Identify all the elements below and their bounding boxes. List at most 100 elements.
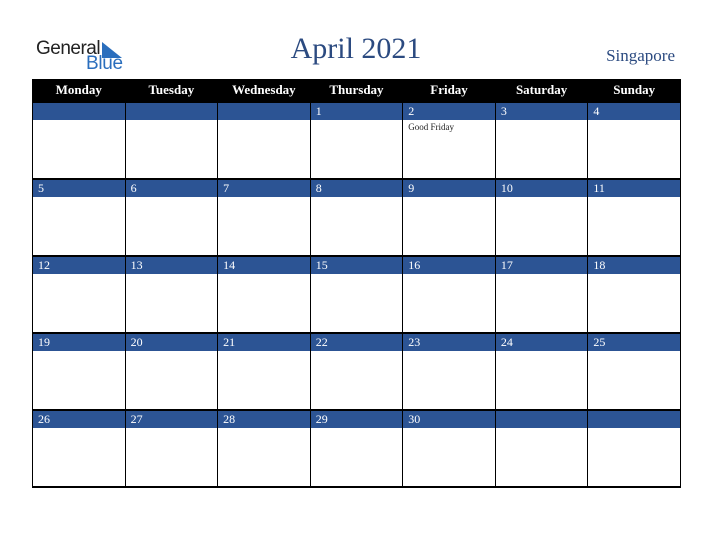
day-cell[interactable] <box>309 197 404 256</box>
day-number-cell <box>494 409 589 428</box>
day-cell[interactable] <box>124 428 219 488</box>
day-number-cell <box>217 101 311 120</box>
holiday-event <box>33 120 125 122</box>
holiday-event <box>33 274 125 276</box>
day-number: 23 <box>408 335 421 349</box>
day-cell[interactable] <box>124 274 219 333</box>
holiday-event <box>126 428 218 430</box>
holiday-event <box>588 428 680 430</box>
day-number-cell: 24 <box>494 332 589 351</box>
holiday-event <box>403 197 495 199</box>
holiday-event <box>588 197 680 199</box>
day-number: 12 <box>38 258 50 272</box>
day-cell[interactable] <box>402 351 496 410</box>
holiday-event <box>496 351 588 353</box>
day-cell[interactable] <box>32 428 126 488</box>
day-cell[interactable] <box>494 197 589 256</box>
day-number-cell: 16 <box>402 255 496 274</box>
weekday-header-row: Monday Tuesday Wednesday Thursday Friday… <box>32 79 681 102</box>
day-cell[interactable] <box>217 428 311 488</box>
holiday-event: Good Friday <box>408 122 454 132</box>
day-number-cell: 19 <box>32 332 126 351</box>
day-cell[interactable] <box>124 351 219 410</box>
day-number: 10 <box>500 181 513 195</box>
day-cell[interactable] <box>587 351 681 410</box>
holiday-event <box>126 120 218 122</box>
day-number-cell <box>124 101 219 120</box>
weekday-header: Thursday <box>309 79 404 102</box>
week-date-bar: 1 2 3 4 <box>32 101 681 120</box>
day-cell[interactable] <box>587 197 681 256</box>
day-number: 11 <box>593 181 605 195</box>
holiday-event <box>311 351 403 353</box>
day-cell[interactable] <box>217 197 311 256</box>
day-number-cell: 11 <box>587 178 681 197</box>
day-cell[interactable] <box>309 120 404 179</box>
day-number-cell: 26 <box>32 409 126 428</box>
day-number: 13 <box>130 258 143 272</box>
holiday-event <box>218 428 310 430</box>
weekday-header: Monday <box>32 79 126 102</box>
week-body-row: Good Friday <box>32 120 681 179</box>
day-number-cell: 14 <box>217 255 311 274</box>
holiday-event <box>588 274 680 276</box>
day-cell[interactable] <box>124 120 219 179</box>
weekday-header: Saturday <box>494 79 589 102</box>
week-body-row <box>32 428 681 488</box>
day-cell[interactable] <box>402 428 496 488</box>
holiday-event <box>403 274 495 276</box>
week-body-row <box>32 351 681 410</box>
day-cell[interactable] <box>494 274 589 333</box>
country-label: Singapore <box>606 46 675 65</box>
day-cell[interactable] <box>587 274 681 333</box>
day-number: 9 <box>408 181 415 195</box>
day-cell[interactable] <box>402 197 496 256</box>
day-number-cell: 7 <box>217 178 311 197</box>
day-number: 8 <box>315 181 322 195</box>
day-cell[interactable] <box>309 274 404 333</box>
day-number-cell: 22 <box>309 332 404 351</box>
day-cell[interactable] <box>587 428 681 488</box>
day-number: 18 <box>593 258 606 272</box>
day-number: 28 <box>223 412 236 426</box>
day-cell[interactable] <box>32 274 126 333</box>
day-cell[interactable] <box>309 428 404 488</box>
day-number: 26 <box>38 412 50 426</box>
day-number: 1 <box>315 104 322 118</box>
day-number: 5 <box>38 181 44 195</box>
calendar-grid: Monday Tuesday Wednesday Thursday Friday… <box>32 79 681 488</box>
day-number-cell: 20 <box>124 332 219 351</box>
weekday-header: Sunday <box>587 79 681 102</box>
day-cell[interactable] <box>217 274 311 333</box>
day-number: 3 <box>500 104 507 118</box>
day-number-cell: 10 <box>494 178 589 197</box>
day-cell[interactable] <box>309 351 404 410</box>
day-cell[interactable] <box>32 197 126 256</box>
day-cell[interactable] <box>494 351 589 410</box>
week-body-row <box>32 274 681 333</box>
weekday-header: Wednesday <box>217 79 311 102</box>
weekday-header: Friday <box>402 79 496 102</box>
holiday-event <box>126 351 218 353</box>
holiday-event <box>588 351 680 353</box>
day-cell[interactable] <box>217 351 311 410</box>
day-cell[interactable] <box>32 120 126 179</box>
day-number-cell: 8 <box>309 178 404 197</box>
holiday-event <box>311 120 403 122</box>
day-number-cell: 3 <box>494 101 589 120</box>
day-cell[interactable] <box>587 120 681 179</box>
day-number: 6 <box>130 181 137 195</box>
day-number-cell: 17 <box>494 255 589 274</box>
day-cell[interactable] <box>32 351 126 410</box>
day-number: 27 <box>130 412 143 426</box>
holiday-event <box>33 351 125 353</box>
day-cell[interactable] <box>494 428 589 488</box>
day-cell[interactable] <box>402 274 496 333</box>
day-number: 22 <box>315 335 328 349</box>
day-number-cell: 6 <box>124 178 219 197</box>
day-cell[interactable] <box>494 120 589 179</box>
day-cell[interactable]: Good Friday <box>402 120 496 179</box>
day-cell[interactable] <box>124 197 219 256</box>
holiday-event <box>33 197 125 199</box>
day-cell[interactable] <box>217 120 311 179</box>
